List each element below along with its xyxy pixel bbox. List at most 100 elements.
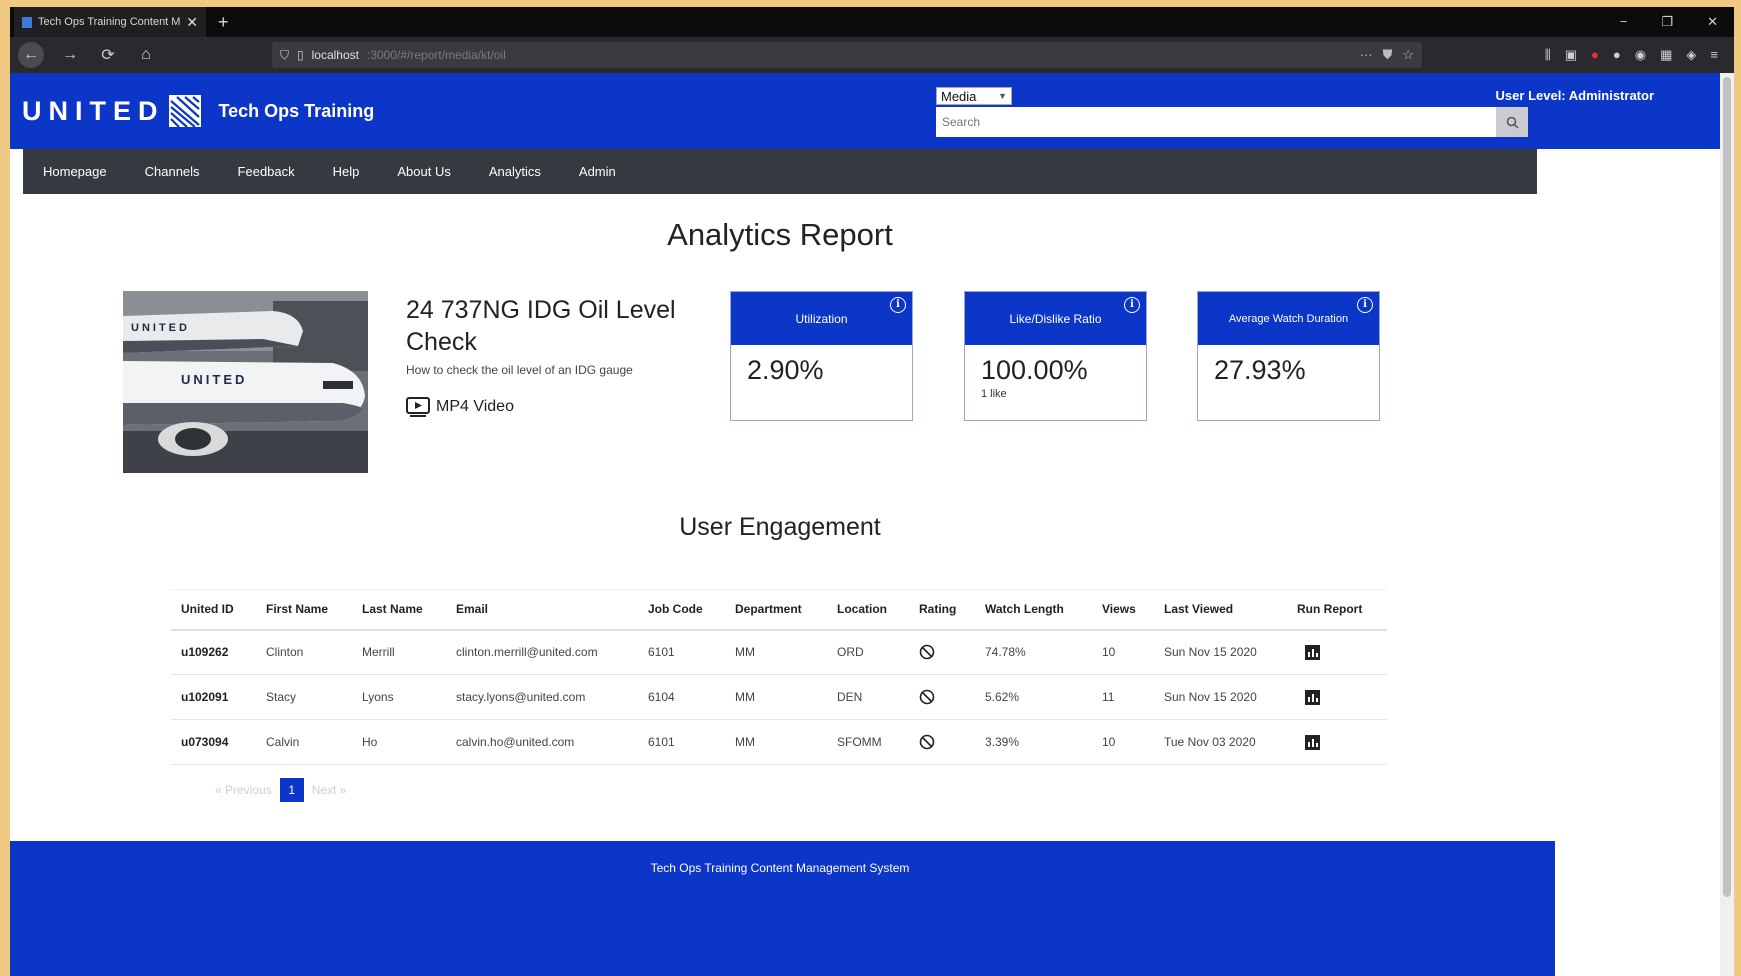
cell-location: SFOMM bbox=[827, 719, 909, 765]
video-type-label: MP4 Video bbox=[436, 398, 514, 415]
extension-red-icon[interactable]: ● bbox=[1591, 47, 1599, 63]
bookmark-star-icon[interactable]: ☆ bbox=[1402, 47, 1414, 63]
table-row: u109262 Clinton Merrill clinton.merrill@… bbox=[171, 629, 1387, 675]
minimize-icon[interactable]: − bbox=[1620, 14, 1628, 30]
cell-views: 10 bbox=[1092, 629, 1154, 675]
tab-close-icon[interactable]: ✕ bbox=[186, 14, 198, 31]
cell-united-id: u102091 bbox=[171, 674, 256, 720]
run-report-icon[interactable] bbox=[1305, 734, 1320, 750]
new-tab-button[interactable]: + bbox=[218, 12, 229, 33]
cell-last-viewed: Sun Nov 15 2020 bbox=[1154, 674, 1287, 720]
reload-icon[interactable]: ⟳ bbox=[96, 45, 120, 65]
nav-homepage[interactable]: Homepage bbox=[43, 164, 107, 179]
browser-tabbar: Tech Ops Training Content M... ✕ + − ❐ ✕ bbox=[10, 7, 1734, 37]
cell-run-report bbox=[1287, 719, 1387, 765]
cell-views: 11 bbox=[1092, 674, 1154, 720]
page-actions-icon[interactable]: ··· bbox=[1360, 47, 1373, 63]
nav-channels[interactable]: Channels bbox=[145, 164, 200, 179]
pocket-icon[interactable]: ⛊ bbox=[1383, 47, 1393, 63]
col-watch-length: Watch Length bbox=[975, 589, 1092, 631]
main-nav: Homepage Channels Feedback Help About Us… bbox=[23, 149, 1537, 194]
browser-tab[interactable]: Tech Ops Training Content M... ✕ bbox=[14, 7, 206, 37]
cell-last-viewed: Tue Nov 03 2020 bbox=[1154, 719, 1287, 765]
col-rating: Rating bbox=[909, 589, 975, 631]
sidebar-icon[interactable]: ▣ bbox=[1565, 47, 1577, 63]
cell-united-id: u073094 bbox=[171, 719, 256, 765]
extension-icon[interactable]: ◉ bbox=[1635, 47, 1646, 63]
nav-feedback[interactable]: Feedback bbox=[238, 164, 295, 179]
col-last-viewed: Last Viewed bbox=[1154, 589, 1287, 631]
metric-value: 100.00% bbox=[981, 355, 1088, 385]
page-info-icon[interactable]: ▯ bbox=[297, 48, 304, 62]
col-job-code: Job Code bbox=[638, 589, 725, 631]
airplane-image: UNITED UNITED bbox=[123, 291, 368, 473]
search-button[interactable] bbox=[1496, 107, 1528, 137]
media-select-value: Media bbox=[941, 88, 977, 104]
nav-admin[interactable]: Admin bbox=[579, 164, 616, 179]
info-icon[interactable]: i bbox=[1357, 297, 1373, 313]
shield-icon[interactable]: ⛉ bbox=[280, 48, 289, 63]
back-arrow-icon[interactable]: ← bbox=[18, 42, 44, 68]
scrollbar-thumb[interactable] bbox=[1723, 77, 1731, 897]
cell-department: MM bbox=[725, 674, 827, 720]
window-controls: − ❐ ✕ bbox=[1620, 14, 1734, 30]
no-rating-icon bbox=[919, 644, 935, 660]
extension-icon[interactable]: ● bbox=[1613, 47, 1621, 63]
metric-label: Utilization bbox=[795, 311, 848, 326]
no-rating-icon bbox=[919, 689, 935, 705]
cell-first-name: Calvin bbox=[256, 719, 352, 765]
extension-icon[interactable]: ▦ bbox=[1660, 47, 1672, 63]
page-title: Analytics Report bbox=[667, 217, 893, 252]
library-icon[interactable]: ⫼ bbox=[1545, 47, 1551, 63]
metric-header: Utilization i bbox=[731, 292, 912, 345]
metric-card-avg-watch: Average Watch Duration i 27.93% bbox=[1197, 291, 1380, 421]
home-icon[interactable]: ⌂ bbox=[134, 46, 158, 64]
metric-header: Average Watch Duration i bbox=[1198, 292, 1379, 345]
cell-department: MM bbox=[725, 629, 827, 675]
svg-text:UNITED: UNITED bbox=[131, 322, 190, 334]
browser-toolbar-icons: ⫼ ▣ ● ● ◉ ▦ ◈ ≡ bbox=[1545, 47, 1726, 63]
url-actions: ··· ⛊ ☆ bbox=[1360, 47, 1414, 63]
united-logo[interactable]: UNITED bbox=[22, 95, 201, 127]
col-first-name: First Name bbox=[256, 589, 352, 631]
url-bar[interactable]: ⛉ ▯ localhost :3000/#/report/media/kt/oi… bbox=[272, 42, 1422, 68]
nav-analytics[interactable]: Analytics bbox=[489, 164, 541, 179]
close-window-icon[interactable]: ✕ bbox=[1707, 14, 1718, 30]
browser-window: Tech Ops Training Content M... ✕ + − ❐ ✕… bbox=[10, 7, 1734, 976]
no-rating-icon bbox=[919, 734, 935, 750]
metric-card-like-ratio: Like/Dislike Ratio i 100.00% 1 like bbox=[964, 291, 1147, 421]
pagination-previous[interactable]: « Previous bbox=[215, 783, 272, 797]
metric-value: 27.93% bbox=[1214, 355, 1306, 385]
pagination-page-1[interactable]: 1 bbox=[279, 778, 304, 802]
browser-navbar: ← → ⟳ ⌂ ⛉ ▯ localhost :3000/#/report/med… bbox=[10, 37, 1734, 73]
media-type-select[interactable]: Media ▼ bbox=[936, 87, 1012, 105]
url-host: localhost bbox=[311, 48, 359, 62]
cell-job-code: 6101 bbox=[638, 719, 725, 765]
search-input[interactable] bbox=[936, 107, 1496, 137]
cell-email: clinton.merrill@united.com bbox=[446, 629, 638, 675]
menu-icon[interactable]: ≡ bbox=[1710, 47, 1718, 63]
cell-rating bbox=[909, 719, 975, 765]
col-united-id: United ID bbox=[171, 589, 256, 631]
run-report-icon[interactable] bbox=[1305, 689, 1320, 705]
nav-help[interactable]: Help bbox=[333, 164, 360, 179]
col-views: Views bbox=[1092, 589, 1154, 631]
cell-rating bbox=[909, 629, 975, 675]
run-report-icon[interactable] bbox=[1305, 644, 1320, 660]
site-title: Tech Ops Training bbox=[218, 100, 375, 121]
cell-email: calvin.ho@united.com bbox=[446, 719, 638, 765]
forward-arrow-icon[interactable]: → bbox=[58, 46, 82, 64]
page-scrollbar[interactable] bbox=[1720, 73, 1734, 976]
video-title: 24 737NG IDG Oil Level Check bbox=[406, 296, 676, 356]
pagination-next[interactable]: Next » bbox=[312, 783, 347, 797]
col-department: Department bbox=[725, 589, 827, 631]
search-icon bbox=[1506, 116, 1519, 129]
logo-wordmark: UNITED bbox=[22, 95, 165, 126]
info-icon[interactable]: i bbox=[1124, 297, 1140, 313]
extension-badge-icon[interactable]: ◈ bbox=[1686, 47, 1696, 63]
restore-icon[interactable]: ❐ bbox=[1661, 14, 1673, 30]
nav-about-us[interactable]: About Us bbox=[397, 164, 450, 179]
info-icon[interactable]: i bbox=[890, 297, 906, 313]
cell-rating bbox=[909, 674, 975, 720]
chevron-down-icon: ▼ bbox=[998, 91, 1007, 101]
